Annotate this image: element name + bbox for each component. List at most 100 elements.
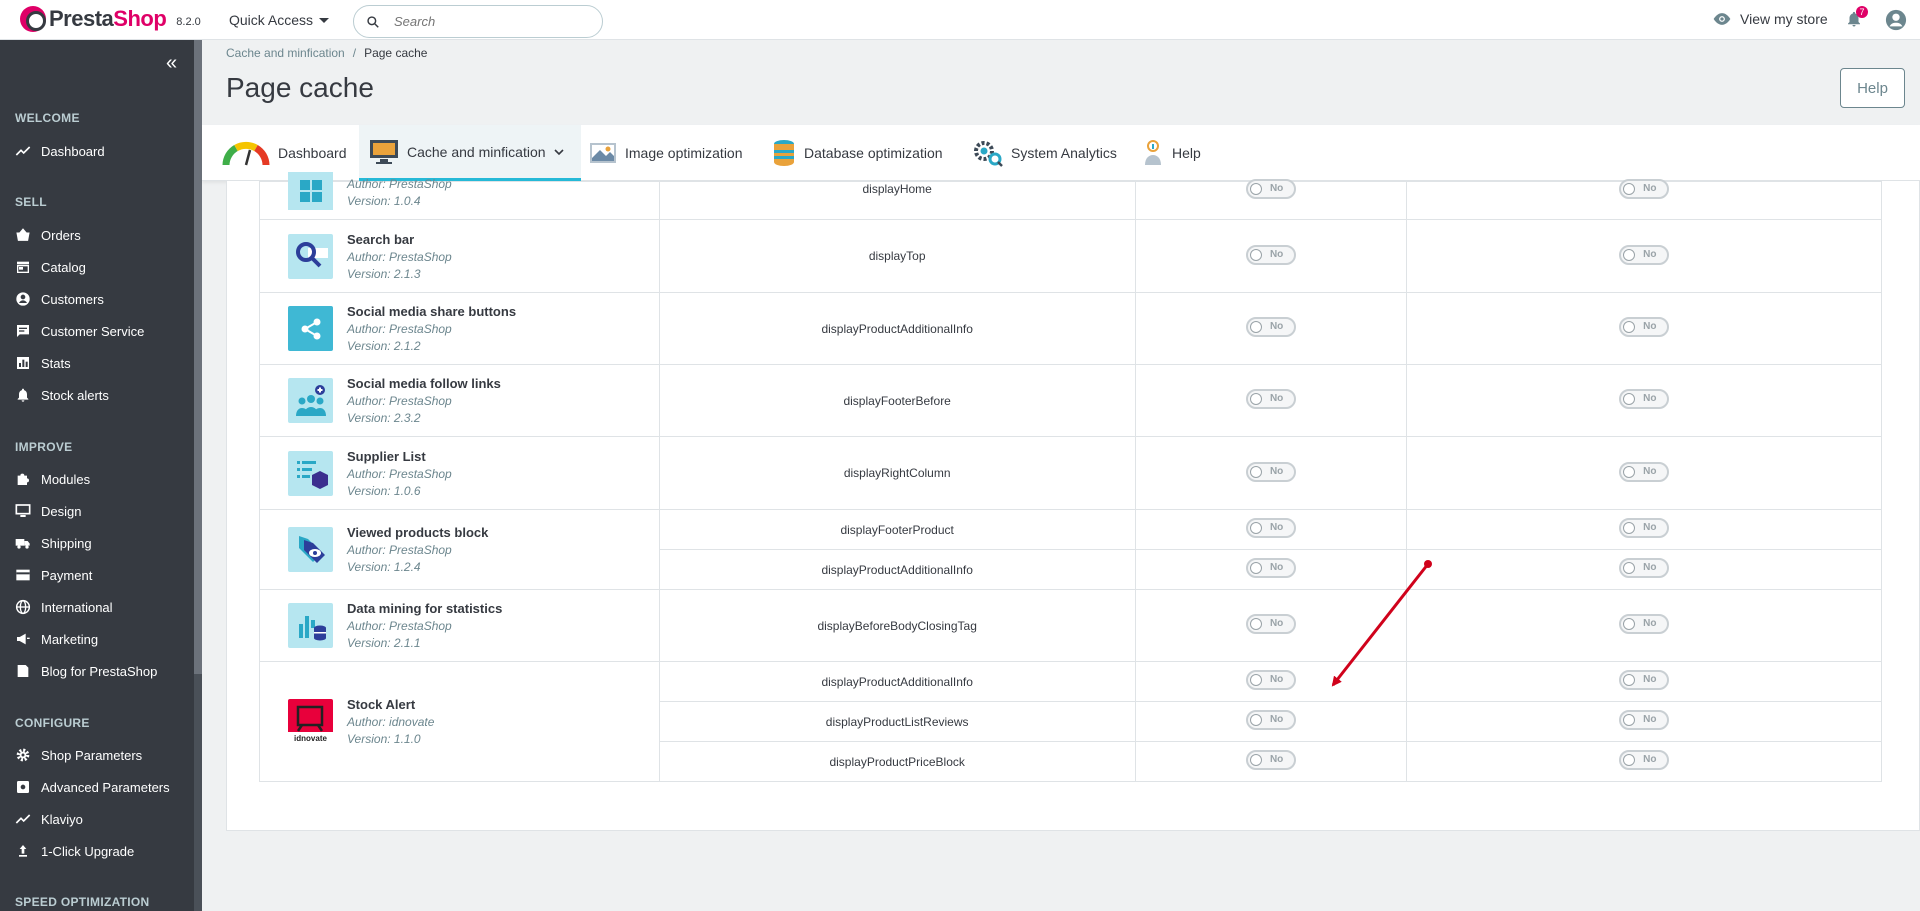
hook-cell: displayBeforeBodyClosingTag <box>658 589 1136 662</box>
sidebar-item-catalog[interactable]: Catalog <box>15 257 86 277</box>
quick-access-dropdown[interactable]: Quick Access <box>229 12 330 28</box>
tab-help[interactable]: Help <box>1142 125 1201 181</box>
module-cell: Social media follow links Author: PrestaS… <box>259 364 660 437</box>
upload-icon <box>15 843 31 859</box>
module-name: Viewed products block <box>347 525 489 540</box>
sidebar-item-shipping[interactable]: Shipping <box>15 533 92 553</box>
cache-toggle[interactable]: No <box>1245 461 1296 482</box>
cache-toggle[interactable]: No <box>1619 670 1670 690</box>
idnovate-logo-icon: idnovate <box>288 699 333 744</box>
module-author: Author: PrestaShop <box>347 176 452 191</box>
desktop-icon <box>15 503 31 519</box>
trending-up-icon <box>15 811 31 827</box>
modules-hooks-table: Author: PrestaShop Version: 1.0.4 display… <box>259 171 1882 782</box>
brand-name: PrestaShop <box>49 6 167 31</box>
cache-toggle[interactable]: No <box>1245 317 1296 337</box>
sidebar-item-1-click-upgrade[interactable]: 1-Click Upgrade <box>15 841 134 861</box>
cache-toggle[interactable]: No <box>1245 518 1296 538</box>
trending-up-icon <box>15 143 31 159</box>
cache-toggle[interactable]: No <box>1619 710 1670 730</box>
tab-database-optimization[interactable]: Database optimization <box>772 125 943 181</box>
search-icon <box>367 15 379 28</box>
breadcrumb-separator: / <box>352 46 357 60</box>
module-name: Stock Alert <box>347 697 416 712</box>
module-cell: Data mining for statistics Author: Presta… <box>259 589 660 662</box>
cache-toggle[interactable]: No <box>1619 750 1670 770</box>
sidebar-item-advanced-parameters[interactable]: Advanced Parameters <box>15 777 170 797</box>
monitor-icon <box>370 139 398 164</box>
tab-system-analytics[interactable]: System Analytics <box>973 125 1117 181</box>
bell-alert-icon <box>15 387 31 403</box>
hook-cell: displayProductAdditionalInfo <box>658 292 1136 365</box>
megaphone-icon <box>15 631 31 647</box>
search-input[interactable] <box>394 14 574 29</box>
cache-toggle[interactable]: No <box>1619 558 1670 578</box>
sidebar-scrollbar[interactable] <box>194 40 202 911</box>
search-box[interactable] <box>353 5 603 38</box>
cache-toggle[interactable]: No <box>1245 710 1296 730</box>
cache-toggle[interactable]: No <box>1619 179 1670 199</box>
cache-toggle[interactable]: No <box>1619 244 1670 265</box>
cache-toggle[interactable]: No <box>1619 614 1670 634</box>
cache-toggle[interactable]: No <box>1245 614 1296 634</box>
table-row: Social media follow links Author: PrestaS… <box>259 364 1882 437</box>
module-cell: idnovate Stock Alert Author: idnovate Vers… <box>259 661 660 782</box>
module-name: Social media share buttons <box>347 304 517 319</box>
cache-toggle[interactable]: No <box>1245 389 1296 409</box>
book-icon <box>15 663 31 679</box>
sidebar-item-customer-service[interactable]: Customer Service <box>15 321 144 341</box>
sidebar-item-stats[interactable]: Stats <box>15 353 71 373</box>
module-cell: Social media share buttons Author: Presta… <box>259 292 660 365</box>
cache-toggle[interactable]: No <box>1245 179 1296 199</box>
sidebar-item-klaviyo[interactable]: Klaviyo <box>15 809 83 829</box>
cache-toggle[interactable]: No <box>1245 558 1296 578</box>
cache-toggle[interactable]: No <box>1619 518 1670 538</box>
gauge-icon <box>222 141 270 166</box>
breadcrumb-parent-link[interactable]: Cache and minfication <box>226 46 345 60</box>
gear-icon <box>15 747 31 763</box>
module-cell: Supplier List Author: PrestaShop Version: … <box>259 436 660 510</box>
share-icon <box>288 306 333 351</box>
puzzle-icon <box>15 471 31 487</box>
module-author: Author: idnovate <box>347 715 435 729</box>
sidebar-item-blog[interactable]: Blog for PrestaShop <box>15 661 157 681</box>
table-row: Author: PrestaShop Version: 1.0.4 display… <box>259 171 1882 220</box>
help-button[interactable]: Help <box>1840 68 1905 108</box>
sidebar-item-shop-parameters[interactable]: Shop Parameters <box>15 745 142 765</box>
main-content: Cache and minfication / Page cache Page ca… <box>202 40 1920 911</box>
sidebar-item-design[interactable]: Design <box>15 501 81 521</box>
notifications-count-badge: 7 <box>1856 6 1868 18</box>
sidebar-item-stock-alerts[interactable]: Stock alerts <box>15 385 109 405</box>
prestashop-logo[interactable]: PrestaShop 8.2.0 <box>20 6 201 32</box>
sidebar-scrollbar-thumb[interactable] <box>194 40 202 674</box>
magnifier-icon <box>288 233 333 279</box>
sidebar-item-payment[interactable]: Payment <box>15 565 92 585</box>
globe-icon <box>15 599 31 615</box>
sidebar-section-title: WELCOME <box>15 111 80 125</box>
sidebar-item-modules[interactable]: Modules <box>15 469 90 489</box>
table-row: Viewed products block Author: PrestaShop V… <box>259 509 1882 590</box>
sidebar-item-orders[interactable]: Orders <box>15 225 81 245</box>
collapse-sidebar-icon[interactable]: « <box>166 52 177 75</box>
hook-cell: displayProductAdditionalInfo <box>658 661 1136 702</box>
module-author: Author: PrestaShop <box>347 543 452 557</box>
hook-cell: displayTop <box>658 219 1136 293</box>
sidebar-item-customers[interactable]: Customers <box>15 289 104 309</box>
cache-toggle[interactable]: No <box>1245 244 1296 265</box>
analytics-gears-icon <box>974 141 1003 167</box>
cache-toggle[interactable]: No <box>1619 461 1670 482</box>
sidebar-item-dashboard[interactable]: Dashboard <box>15 141 105 161</box>
supplier-list-icon <box>288 450 333 496</box>
bar-chart-icon <box>15 355 31 371</box>
sidebar-item-marketing[interactable]: Marketing <box>15 629 98 649</box>
account-icon[interactable] <box>1885 9 1907 31</box>
sidebar-item-international[interactable]: International <box>15 597 113 617</box>
module-author: Author: PrestaShop <box>347 394 452 408</box>
cache-toggle[interactable]: No <box>1619 389 1670 409</box>
cache-toggle[interactable]: No <box>1245 750 1296 770</box>
cache-toggle[interactable]: No <box>1245 670 1296 690</box>
quick-access-label: Quick Access <box>229 12 314 28</box>
view-my-store-link[interactable]: View my store <box>1712 11 1828 27</box>
cache-toggle[interactable]: No <box>1619 317 1670 337</box>
database-icon <box>774 140 794 166</box>
